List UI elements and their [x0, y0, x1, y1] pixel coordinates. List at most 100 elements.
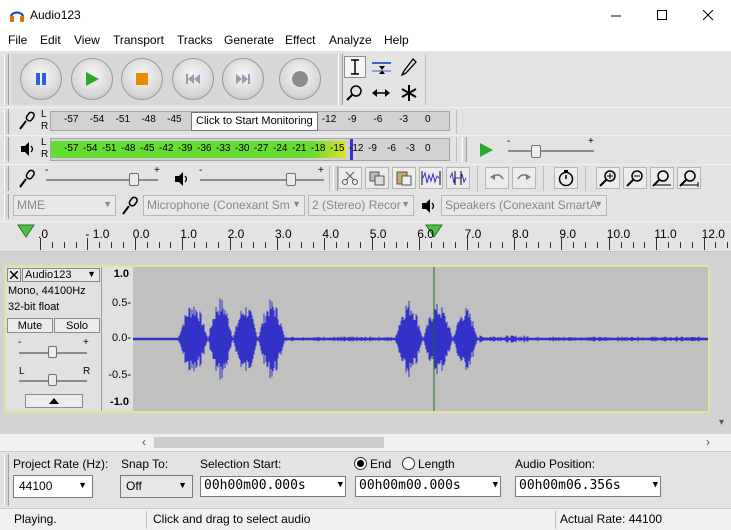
fit-project-button[interactable]	[677, 167, 701, 189]
scroll-left-icon[interactable]: ‹	[142, 435, 146, 449]
audio-host-select[interactable]: MME ▼	[13, 195, 116, 216]
maximize-button[interactable]	[639, 0, 685, 31]
pan-slider-thumb[interactable]	[48, 374, 57, 386]
redo-button[interactable]	[512, 167, 536, 189]
draw-tool-button[interactable]	[398, 56, 420, 78]
menu-help[interactable]: Help	[384, 33, 409, 47]
audio-position-field[interactable]: 00h00m06.356s ▼	[515, 476, 661, 497]
zoom-in-icon	[599, 170, 616, 187]
selection-tool-button[interactable]	[344, 56, 366, 78]
speaker-icon[interactable]	[19, 140, 37, 158]
vertical-scale[interactable]: 1.0 0.5- 0.0- -0.5- -1.0	[102, 265, 133, 412]
undo-button[interactable]	[485, 167, 509, 189]
snap-to-select[interactable]: Off ▼	[120, 475, 193, 498]
toolbar-grip[interactable]	[4, 137, 9, 162]
timeline-ruler[interactable]: .0- 1.0 0.0 1.0 2.0 3.0 4.0 5.0 6.0 7.0 8.0 9.0 10.…	[0, 222, 731, 252]
zoom-tool-button[interactable]	[344, 82, 366, 104]
recording-volume-thumb[interactable]	[129, 173, 139, 186]
menu-edit[interactable]: Edit	[40, 33, 61, 47]
minimize-button[interactable]	[593, 0, 639, 31]
menu-view[interactable]: View	[74, 33, 100, 47]
cut-button[interactable]	[338, 167, 362, 189]
time-shift-tool-button[interactable]	[370, 82, 392, 104]
horizontal-scrollbar[interactable]: ‹ ›	[0, 434, 731, 451]
solo-button[interactable]: Solo	[54, 318, 100, 333]
toolbar-grip[interactable]	[338, 54, 343, 105]
record-button[interactable]	[279, 58, 321, 100]
audio-position-label: Audio Position:	[515, 457, 596, 471]
status-hint: Click and drag to select audio	[153, 512, 311, 526]
skip-to-end-button[interactable]	[222, 58, 264, 100]
menu-tracks[interactable]: Tracks	[177, 33, 213, 47]
collapse-track-button[interactable]	[25, 394, 83, 408]
fit-selection-button[interactable]	[650, 167, 674, 189]
scroll-thumb[interactable]	[154, 437, 384, 448]
envelope-tool-button[interactable]	[370, 56, 392, 78]
scroll-down-icon[interactable]: ▾	[719, 417, 724, 428]
project-rate-value: 44100	[19, 479, 53, 493]
waveform-display[interactable]	[132, 267, 709, 411]
copy-button[interactable]	[365, 167, 389, 189]
skip-to-start-button[interactable]	[172, 58, 214, 100]
pause-button[interactable]	[20, 58, 62, 100]
play-button[interactable]	[71, 58, 113, 100]
stop-button[interactable]	[121, 58, 163, 100]
playback-volume-thumb[interactable]	[286, 173, 296, 186]
trim-audio-button[interactable]	[419, 167, 443, 189]
chevron-down-icon: ▼	[178, 480, 187, 490]
selection-end-field[interactable]: 00h00m00.000s ▼	[355, 476, 501, 497]
play-at-speed-button[interactable]	[474, 139, 498, 161]
recording-volume-track[interactable]	[46, 179, 158, 181]
status-divider	[146, 511, 147, 529]
play-speed-slider-thumb[interactable]	[531, 145, 541, 158]
ruler-tick	[87, 238, 89, 250]
scroll-right-icon[interactable]: ›	[706, 435, 710, 449]
paste-button[interactable]	[392, 167, 416, 189]
menu-transport[interactable]: Transport	[113, 33, 164, 47]
ruler-tick	[288, 242, 290, 248]
play-speed-slider-track[interactable]	[508, 150, 594, 152]
i-beam-icon	[351, 59, 359, 75]
meter-scale-label: -33	[216, 143, 231, 154]
pan-left-label: L	[19, 366, 25, 377]
toolbar-grip[interactable]	[4, 166, 9, 191]
track-name-menu[interactable]: Audio123 ▼	[22, 268, 100, 282]
microphone-icon[interactable]	[17, 111, 37, 131]
recording-device-select[interactable]: Microphone (Conexant Sm ▼	[143, 195, 305, 216]
ruler-tick	[146, 242, 148, 248]
mute-button[interactable]: Mute	[7, 318, 53, 333]
toolbar-grip[interactable]	[4, 109, 9, 134]
waveform	[132, 267, 709, 411]
menu-analyze[interactable]: Analyze	[329, 33, 372, 47]
menu-effect[interactable]: Effect	[285, 33, 315, 47]
playback-device-select[interactable]: Speakers (Conexant SmartA ▼	[441, 195, 607, 216]
close-button[interactable]	[685, 0, 731, 31]
ruler-tick	[122, 242, 124, 248]
ruler-tick	[466, 238, 468, 250]
track-close-button[interactable]	[7, 268, 21, 282]
menu-file[interactable]: File	[8, 33, 27, 47]
ruler-tick	[336, 242, 338, 248]
toolbar-grip[interactable]	[4, 194, 9, 219]
multi-tool-button[interactable]	[398, 82, 420, 104]
length-radio[interactable]	[402, 457, 415, 470]
gain-slider-thumb[interactable]	[48, 346, 57, 358]
toolbar-grip[interactable]	[4, 454, 9, 506]
menu-generate[interactable]: Generate	[224, 33, 274, 47]
selection-start-field[interactable]: 00h00m00.000s ▼	[200, 476, 346, 497]
zoom-in-button[interactable]	[596, 167, 620, 189]
ruler-tick	[608, 238, 610, 250]
ruler-tick	[359, 242, 361, 248]
end-radio[interactable]	[354, 457, 367, 470]
playback-volume-track[interactable]	[200, 179, 324, 181]
sync-lock-button[interactable]	[554, 167, 578, 189]
ruler-tick	[502, 242, 504, 248]
ruler-tick	[51, 242, 53, 248]
zoom-out-button[interactable]	[623, 167, 647, 189]
recording-channels-select[interactable]: 2 (Stereo) Recor ▼	[308, 195, 414, 216]
ruler-tick	[348, 242, 350, 248]
silence-audio-button[interactable]	[446, 167, 470, 189]
toolbar-grip[interactable]	[4, 54, 9, 105]
toolbar-grip[interactable]	[462, 137, 467, 162]
project-rate-select[interactable]: 44100 ▼	[13, 475, 93, 498]
